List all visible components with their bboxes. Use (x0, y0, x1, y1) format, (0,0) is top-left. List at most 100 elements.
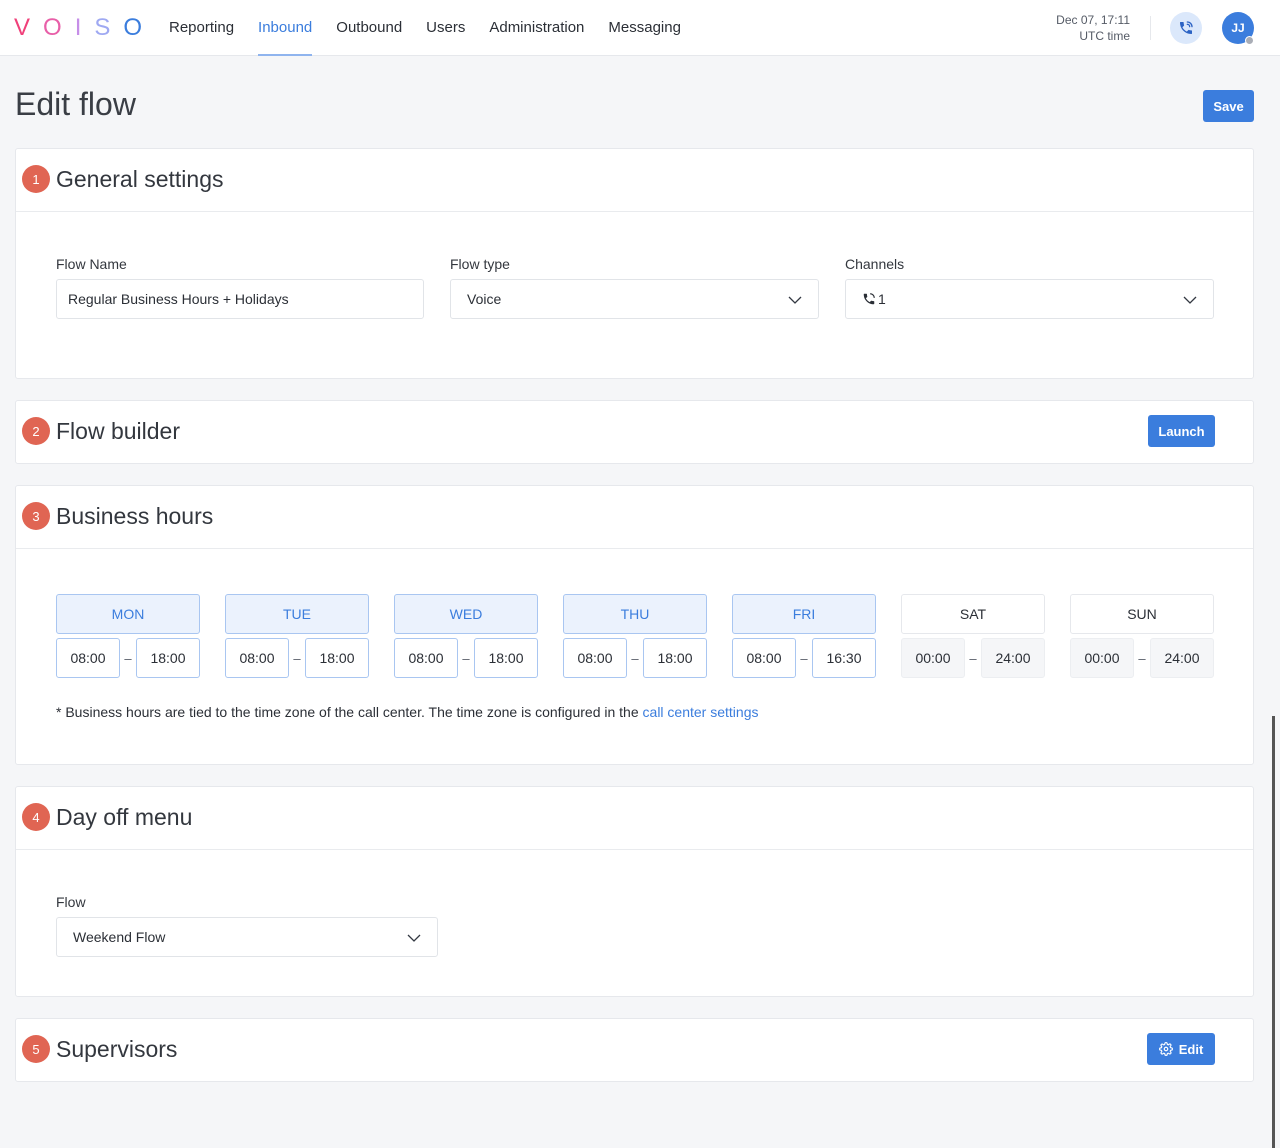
end-time[interactable]: 16:30 (812, 638, 876, 678)
channels-label: Channels (845, 256, 905, 272)
call-center-settings-link[interactable]: call center settings (643, 704, 759, 720)
section-title: Supervisors (56, 1036, 178, 1062)
start-time[interactable]: 08:00 (394, 638, 458, 678)
chevron-down-icon (788, 296, 802, 304)
end-time: 24:00 (1150, 638, 1214, 678)
day-sun: SUN 00:00–24:00 (1070, 594, 1214, 678)
softphone-button[interactable] (1170, 12, 1202, 44)
edit-label: Edit (1178, 1041, 1204, 1057)
flow-name-label: Flow Name (56, 256, 127, 272)
nav-messaging[interactable]: Messaging (608, 0, 681, 56)
nav-administration[interactable]: Administration (489, 0, 584, 56)
card-header: 2 Flow builder Launch (16, 401, 1253, 464)
day-toggle[interactable]: SAT (901, 594, 1045, 634)
start-time[interactable]: 08:00 (563, 638, 627, 678)
nav-users[interactable]: Users (426, 0, 465, 56)
window-edge (1272, 716, 1275, 1148)
supervisors-card: 5 Supervisors Edit (15, 1018, 1254, 1082)
general-settings-card: 1 General settings Flow Name Flow type V… (15, 148, 1254, 379)
start-time[interactable]: 08:00 (225, 638, 289, 678)
save-button[interactable]: Save (1203, 90, 1254, 122)
flow-name-field[interactable] (56, 279, 424, 319)
day-off-menu-card: 4 Day off menu Flow Weekend Flow (15, 786, 1254, 997)
end-time[interactable]: 18:00 (305, 638, 369, 678)
end-time: 24:00 (981, 638, 1045, 678)
nav-outbound[interactable]: Outbound (336, 0, 402, 56)
user-status-dot (1245, 36, 1254, 45)
utc-clock: Dec 07, 17:11 UTC time (1056, 12, 1130, 44)
start-time: 00:00 (901, 638, 965, 678)
flow-type-select[interactable]: Voice (450, 279, 819, 319)
business-hours-card: 3 Business hours MON 08:00–18:00 TUE 08:… (15, 485, 1254, 765)
section-title: Day off menu (56, 804, 193, 830)
flow-type-label: Flow type (450, 256, 510, 272)
start-time: 00:00 (1070, 638, 1134, 678)
card-header: 4 Day off menu (16, 787, 1253, 850)
timezone-note: * Business hours are tied to the time zo… (56, 704, 758, 720)
clock-zone: UTC time (1079, 29, 1130, 43)
time-separator: – (462, 650, 470, 666)
clock-date: Dec 07, 17:11 (1056, 13, 1130, 27)
day-thu: THU 08:00–18:00 (563, 594, 707, 678)
nav-reporting[interactable]: Reporting (169, 0, 234, 56)
day-tue: TUE 08:00–18:00 (225, 594, 369, 678)
logo-letter: O (43, 14, 75, 41)
section-title: Business hours (56, 503, 214, 529)
gear-icon (1158, 1042, 1173, 1056)
day-off-flow-label: Flow (56, 894, 86, 910)
chevron-down-icon (407, 934, 421, 942)
voiso-logo[interactable]: V O I S O (14, 15, 155, 41)
edit-supervisors-button[interactable]: Edit (1147, 1033, 1215, 1065)
time-separator: – (1138, 650, 1146, 666)
phone-ringing-icon (1180, 21, 1193, 34)
time-separator: – (631, 650, 639, 666)
day-mon: MON 08:00–18:00 (56, 594, 200, 678)
day-toggle[interactable]: SUN (1070, 594, 1214, 634)
day-toggle[interactable]: WED (394, 594, 538, 634)
end-time[interactable]: 18:00 (474, 638, 538, 678)
step-badge: 5 (22, 1035, 50, 1063)
nav-inbound[interactable]: Inbound (258, 0, 313, 56)
card-header: 5 Supervisors Edit (16, 1019, 1253, 1082)
logo-letter: I (74, 14, 95, 41)
chevron-down-icon (1183, 296, 1197, 304)
flow-type-value: Voice (467, 291, 502, 307)
logo-letter: O (123, 14, 156, 41)
start-time[interactable]: 08:00 (56, 638, 120, 678)
step-badge: 2 (22, 417, 50, 445)
card-header: 1 General settings (16, 149, 1253, 212)
start-time[interactable]: 08:00 (732, 638, 796, 678)
card-header: 3 Business hours (16, 486, 1253, 549)
flow-builder-card: 2 Flow builder Launch (15, 400, 1254, 464)
launch-button[interactable]: Launch (1148, 415, 1215, 447)
day-sat: SAT 00:00–24:00 (901, 594, 1045, 678)
channels-count: 1 (878, 291, 886, 307)
flow-name-input[interactable] (68, 291, 423, 307)
day-toggle[interactable]: TUE (225, 594, 369, 634)
divider (1150, 16, 1151, 40)
day-off-flow-value: Weekend Flow (73, 929, 166, 945)
section-title: General settings (56, 166, 224, 192)
phone-ringing-icon (863, 293, 875, 305)
step-badge: 4 (22, 803, 50, 831)
step-badge: 3 (22, 502, 50, 530)
day-toggle[interactable]: THU (563, 594, 707, 634)
time-separator: – (293, 650, 301, 666)
end-time[interactable]: 18:00 (136, 638, 200, 678)
time-separator: – (124, 650, 132, 666)
day-toggle[interactable]: MON (56, 594, 200, 634)
end-time[interactable]: 18:00 (643, 638, 707, 678)
note-text: * Business hours are tied to the time zo… (56, 704, 643, 720)
day-toggle[interactable]: FRI (732, 594, 876, 634)
step-badge: 1 (22, 165, 50, 193)
day-wed: WED 08:00–18:00 (394, 594, 538, 678)
time-separator: – (969, 650, 977, 666)
time-separator: – (800, 650, 808, 666)
page-title: Edit flow (15, 86, 136, 122)
day-off-flow-select[interactable]: Weekend Flow (56, 917, 438, 957)
channels-select[interactable]: 1 (845, 279, 1214, 319)
logo-letter: V (14, 14, 44, 41)
logo-letter: S (94, 14, 124, 41)
day-fri: FRI 08:00–16:30 (732, 594, 876, 678)
top-navigation-bar: V O I S O Reporting Inbound Outbound Use… (0, 0, 1280, 56)
